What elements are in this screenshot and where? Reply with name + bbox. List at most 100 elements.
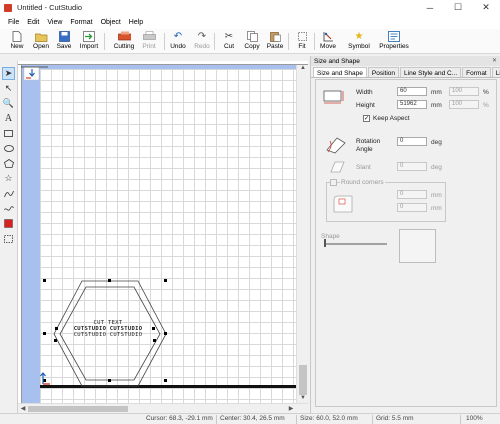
horizontal-scrollbar[interactable]: ◀ ▶ bbox=[18, 403, 308, 413]
ellipse-tool-icon[interactable] bbox=[2, 142, 15, 155]
width-unit: mm bbox=[431, 89, 442, 96]
corner-radius-input-1[interactable]: 0 bbox=[397, 190, 427, 199]
panel-close-icon[interactable]: ✕ bbox=[492, 57, 497, 64]
move-button[interactable]: Move bbox=[311, 31, 345, 50]
origin-marker-icon bbox=[21, 66, 48, 81]
node-edit-tool-icon[interactable]: ↖ bbox=[2, 82, 15, 95]
corner-radius-unit-2: mm bbox=[431, 205, 442, 212]
shape-slider[interactable] bbox=[323, 238, 389, 248]
open-folder-icon bbox=[34, 31, 48, 42]
properties-button[interactable]: Properties bbox=[377, 31, 411, 50]
fill-color-tool-icon[interactable] bbox=[2, 217, 15, 230]
print-icon bbox=[142, 31, 156, 42]
cursor-position-marker-icon bbox=[40, 372, 50, 385]
title-bar: Untitled - CutStudio ─ ☐ ✕ bbox=[0, 0, 500, 15]
status-size: Size: 60.0, 52.0 mm bbox=[300, 415, 358, 422]
slant-input[interactable]: 0 bbox=[397, 162, 427, 171]
cutting-machine-icon bbox=[117, 31, 131, 42]
print-label: Print bbox=[142, 43, 156, 50]
zoom-tool-icon[interactable]: 🔍 bbox=[2, 97, 15, 110]
new-label: New bbox=[10, 43, 24, 50]
width-percent-input[interactable]: 100 bbox=[449, 87, 479, 96]
menu-help[interactable]: Help bbox=[125, 19, 147, 26]
properties-icon bbox=[388, 31, 401, 42]
rotation-angle-label: Angle bbox=[356, 146, 373, 153]
fit-label: Fit bbox=[298, 43, 306, 50]
size-icon bbox=[323, 90, 344, 104]
vertical-scroll-thumb[interactable] bbox=[299, 365, 307, 395]
shape-preview bbox=[399, 229, 436, 263]
rotation-icon bbox=[326, 137, 346, 154]
horizontal-scroll-thumb[interactable] bbox=[28, 406, 128, 412]
scissors-icon: ✂ bbox=[224, 31, 234, 42]
slant-icon bbox=[330, 161, 345, 173]
scroll-down-arrow-icon[interactable]: ▼ bbox=[297, 395, 309, 403]
paste-clipboard-icon bbox=[269, 31, 282, 42]
width-input[interactable]: 60 bbox=[397, 87, 427, 96]
save-disk-icon bbox=[58, 31, 71, 42]
tab-line-style[interactable]: Line Style and C... bbox=[400, 67, 462, 77]
fit-icon bbox=[296, 31, 309, 42]
undo-icon: ↶ bbox=[173, 31, 183, 42]
tab-format[interactable]: Format bbox=[462, 67, 491, 77]
corner-radius-input-2[interactable]: 0 bbox=[397, 203, 427, 212]
size-and-shape-body: Width 60 mm 100 % Height 51962 mm 100 % … bbox=[315, 79, 497, 407]
round-corners-label: Round corners bbox=[340, 179, 385, 186]
tab-links[interactable]: Links bbox=[491, 67, 500, 77]
menu-file[interactable]: File bbox=[4, 19, 23, 26]
height-unit: mm bbox=[431, 102, 442, 109]
height-percent-input[interactable]: 100 bbox=[449, 100, 479, 109]
text-tool-icon[interactable]: A bbox=[2, 112, 15, 125]
move-icon bbox=[322, 31, 335, 42]
star-symbol-icon: ★ bbox=[354, 31, 364, 42]
menu-edit[interactable]: Edit bbox=[23, 19, 43, 26]
panel-title: Size and Shape bbox=[314, 57, 360, 65]
star-tool-icon[interactable]: ☆ bbox=[2, 172, 15, 185]
polygon-tool-icon[interactable] bbox=[2, 157, 15, 170]
status-grid: Grid: 5.5 mm bbox=[376, 415, 414, 422]
width-label: Width bbox=[356, 89, 373, 96]
panel-header: Size and Shape ✕ bbox=[311, 56, 500, 66]
vertical-scrollbar[interactable]: ▲ ▼ bbox=[296, 65, 308, 403]
symbol-label: Symbol bbox=[348, 43, 370, 50]
redo-icon: ↷ bbox=[197, 31, 207, 42]
status-cursor: Cursor: 68.3, -29.1 mm bbox=[146, 415, 213, 422]
keep-aspect-checkbox[interactable]: ✓ bbox=[363, 115, 370, 122]
width-percent-unit: % bbox=[483, 89, 489, 96]
paste-label: Paste bbox=[266, 43, 284, 50]
rectangle-tool-icon[interactable] bbox=[2, 127, 15, 140]
rotation-input[interactable]: 0 bbox=[397, 137, 427, 146]
new-document-icon bbox=[11, 31, 24, 42]
round-corners-checkbox[interactable] bbox=[330, 179, 337, 186]
redo-label: Redo bbox=[194, 43, 210, 50]
select-tool-icon[interactable]: ➤ bbox=[2, 67, 15, 80]
curve-tool-icon[interactable] bbox=[2, 187, 15, 200]
cut-label: Cut bbox=[223, 43, 235, 50]
maximize-button[interactable]: ☐ bbox=[444, 0, 472, 15]
menu-object[interactable]: Object bbox=[97, 19, 125, 26]
freehand-tool-icon[interactable] bbox=[2, 202, 15, 215]
main-toolbar: New Open Save Import Cutting Print ↶ Und… bbox=[0, 29, 500, 54]
minimize-button[interactable]: ─ bbox=[416, 0, 444, 15]
drawing-canvas[interactable]: CUT TEXT CUTSTUDIO CUTSTUDIO CUTSTUDIO C… bbox=[18, 61, 308, 413]
slant-label: Slant bbox=[356, 164, 371, 171]
slant-unit: deg bbox=[431, 164, 442, 171]
symbol-button[interactable]: ★ Symbol bbox=[342, 31, 376, 50]
frame-tool-icon[interactable] bbox=[2, 232, 15, 245]
scroll-up-arrow-icon[interactable]: ▲ bbox=[297, 65, 309, 73]
save-label: Save bbox=[56, 43, 72, 50]
import-label: Import bbox=[79, 43, 99, 50]
window-title: Untitled - CutStudio bbox=[17, 3, 83, 12]
import-button[interactable]: Import bbox=[72, 31, 106, 50]
menu-format[interactable]: Format bbox=[66, 19, 96, 26]
app-icon bbox=[4, 3, 12, 12]
tab-size-and-shape[interactable]: Size and Shape bbox=[313, 67, 367, 77]
properties-panel: Size and Shape ✕ Size and Shape Position… bbox=[310, 56, 500, 413]
panel-tabs: Size and Shape Position Line Style and C… bbox=[311, 67, 500, 78]
close-button[interactable]: ✕ bbox=[472, 0, 500, 15]
menu-view[interactable]: View bbox=[43, 19, 66, 26]
copy-icon bbox=[246, 31, 259, 42]
status-center: Center: 30.4, 26.5 mm bbox=[220, 415, 285, 422]
height-input[interactable]: 51962 bbox=[397, 100, 427, 109]
tab-position[interactable]: Position bbox=[367, 67, 400, 77]
